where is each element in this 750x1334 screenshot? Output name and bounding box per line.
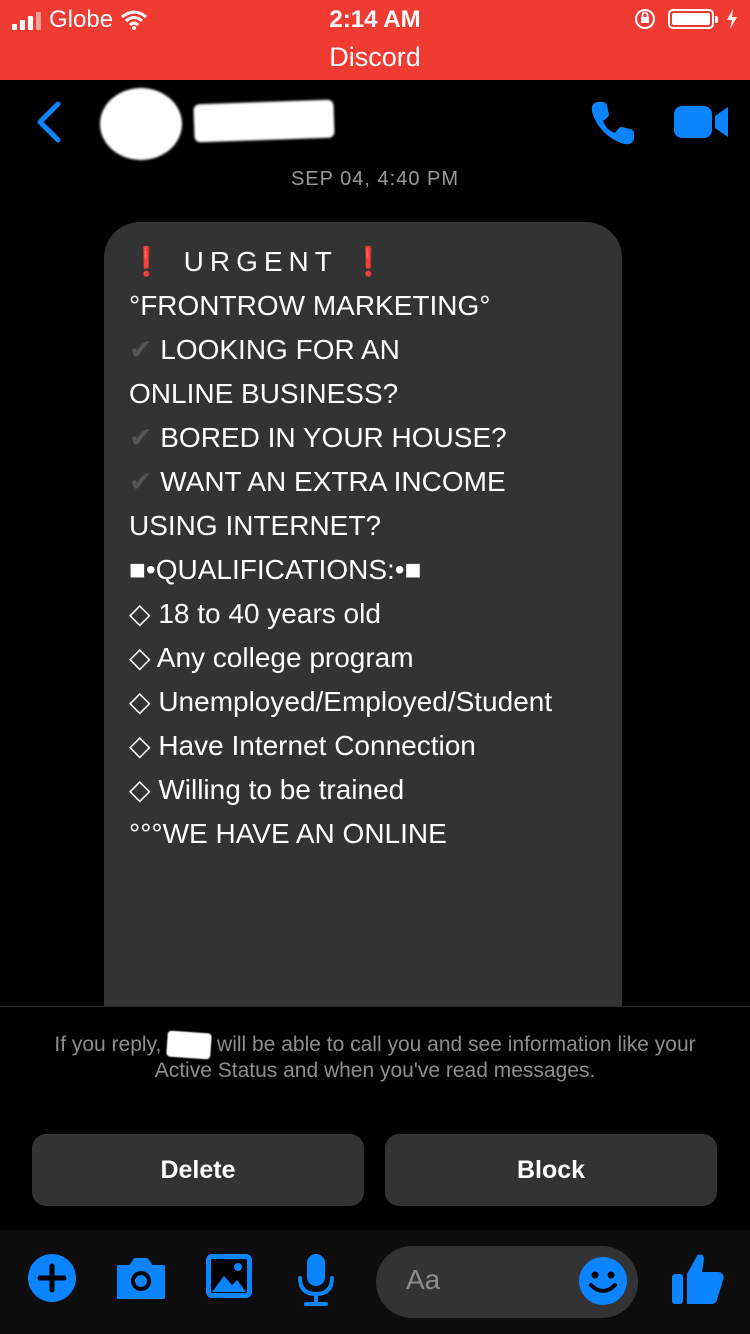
message-line: ◇ Unemployed/Employed/Student bbox=[129, 686, 553, 717]
microphone-icon bbox=[298, 1254, 334, 1306]
back-chevron-icon bbox=[37, 101, 61, 143]
message-line: ◇ Have Internet Connection bbox=[129, 730, 476, 761]
emoji-button[interactable] bbox=[578, 1256, 628, 1311]
message-line: ◇ Any college program bbox=[129, 642, 414, 673]
voice-button[interactable] bbox=[296, 1252, 336, 1313]
composer-bar: Aa bbox=[0, 1230, 750, 1334]
message-line: USING INTERNET? bbox=[129, 510, 382, 541]
message-line: ◇ 18 to 40 years old bbox=[129, 598, 381, 629]
message-line: ◇ Willing to be trained bbox=[129, 774, 405, 805]
message-bubble[interactable]: ❗ URGENT ❗ °FRONTROW MARKETING° ✔ LOOKIN… bbox=[104, 222, 622, 1006]
redacted-name bbox=[166, 1030, 213, 1060]
message-line: °°°WE HAVE AN ONLINE bbox=[129, 818, 447, 849]
message-line: ONLINE BUSINESS? bbox=[129, 378, 399, 409]
thumbs-up-icon bbox=[672, 1254, 724, 1304]
camera-button[interactable] bbox=[114, 1252, 168, 1309]
message-request-notice: If you reply, will be able to call you a… bbox=[40, 1030, 710, 1084]
message-line: ✔ LOOKING FOR AN bbox=[129, 334, 400, 365]
contact-name-redacted[interactable] bbox=[193, 99, 335, 143]
red-exclamation-icon: ❗ bbox=[129, 246, 170, 277]
add-button[interactable] bbox=[26, 1252, 78, 1309]
diamond-icon: ◇ bbox=[129, 686, 151, 717]
divider bbox=[0, 1006, 750, 1007]
block-button[interactable]: Block bbox=[385, 1134, 717, 1206]
call-button[interactable] bbox=[588, 98, 638, 153]
charging-icon bbox=[727, 9, 737, 29]
video-camera-icon bbox=[674, 106, 728, 138]
message-line: ❗ URGENT ❗ bbox=[129, 246, 393, 277]
check-mark-icon: ✔ bbox=[129, 334, 153, 365]
message-input[interactable]: Aa bbox=[376, 1246, 638, 1318]
diamond-icon: ◇ bbox=[129, 774, 151, 805]
battery-icon bbox=[668, 9, 718, 29]
conversation-header bbox=[0, 80, 750, 170]
delete-button[interactable]: Delete bbox=[32, 1134, 364, 1206]
check-mark-icon: ✔ bbox=[129, 422, 153, 453]
notice-text-end: will be able to call you and see informa… bbox=[154, 1033, 696, 1083]
image-icon bbox=[206, 1254, 252, 1298]
phone-icon bbox=[591, 102, 634, 145]
like-button[interactable] bbox=[670, 1250, 726, 1311]
diamond-icon: ◇ bbox=[129, 598, 151, 629]
check-mark-icon: ✔ bbox=[129, 466, 153, 497]
camera-icon bbox=[117, 1258, 165, 1299]
diamond-icon: ◇ bbox=[129, 730, 151, 761]
diamond-icon: ◇ bbox=[129, 642, 151, 673]
avatar[interactable] bbox=[100, 88, 182, 160]
status-bar: Globe 2:14 AM Discord bbox=[0, 0, 750, 80]
message-line: ✔ WANT AN EXTRA INCOME bbox=[129, 466, 506, 497]
message-timestamp: SEP 04, 4:40 PM bbox=[290, 168, 460, 190]
gallery-button[interactable] bbox=[204, 1252, 254, 1305]
white-square-icon: ■ bbox=[404, 554, 422, 585]
back-button[interactable] bbox=[34, 100, 64, 149]
message-line: °FRONTROW MARKETING° bbox=[129, 290, 491, 321]
white-square-icon: ■ bbox=[129, 554, 146, 585]
message-area: ❗ URGENT ❗ °FRONTROW MARKETING° ✔ LOOKIN… bbox=[0, 220, 750, 1006]
message-line: ■•QUALIFICATIONS:•■ bbox=[129, 554, 422, 585]
plus-icon bbox=[28, 1254, 76, 1302]
red-exclamation-icon: ❗ bbox=[351, 246, 393, 277]
smiley-icon bbox=[579, 1257, 627, 1305]
rotation-lock-icon bbox=[635, 9, 655, 29]
message-line: ✔ BORED IN YOUR HOUSE? bbox=[129, 422, 507, 453]
notice-text-start: If you reply, bbox=[54, 1033, 162, 1056]
video-call-button[interactable] bbox=[672, 100, 730, 149]
return-to-app-link[interactable]: Discord bbox=[0, 42, 750, 73]
status-right bbox=[634, 8, 738, 30]
message-input-placeholder: Aa bbox=[406, 1264, 441, 1295]
